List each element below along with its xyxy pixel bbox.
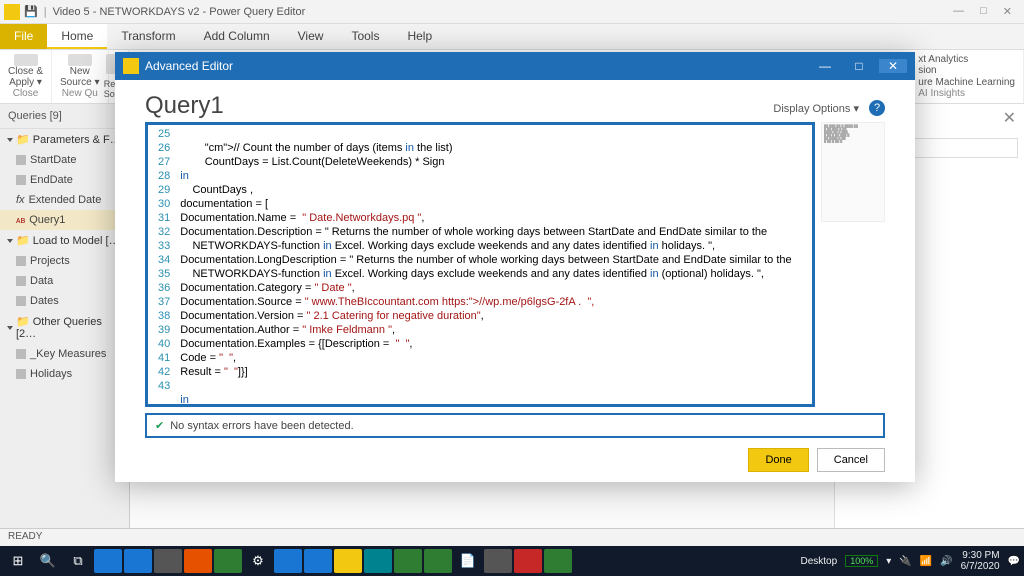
network-icon[interactable]: 📶 xyxy=(920,556,932,567)
title-bar: 💾 | Video 5 - NETWORKDAYS v2 - Power Que… xyxy=(0,0,1024,24)
ribbon-newsource-group: New Source ▾ New Qu xyxy=(52,50,108,103)
check-icon: ✔ xyxy=(155,419,164,432)
taskbar-app[interactable] xyxy=(184,549,212,573)
tab-view[interactable]: View xyxy=(284,24,338,49)
close-apply-icon[interactable] xyxy=(14,54,38,66)
taskbar-app[interactable] xyxy=(514,549,542,573)
cancel-button[interactable]: Cancel xyxy=(817,448,885,472)
dialog-icon xyxy=(123,58,139,74)
desktop-label[interactable]: Desktop xyxy=(801,556,838,567)
ribbon-close-group: Close & Apply ▾ Close xyxy=(0,50,52,103)
close-group-label: Close xyxy=(13,88,39,99)
query-item[interactable]: Data xyxy=(0,271,129,291)
taskbar-app[interactable]: 📄 xyxy=(454,549,482,573)
start-button[interactable]: ⊞ xyxy=(4,549,32,573)
ai-group-label: AI Insights xyxy=(918,88,965,99)
volume-icon[interactable]: 🔊 xyxy=(940,556,952,567)
maximize-button[interactable]: □ xyxy=(980,5,987,18)
tab-transform[interactable]: Transform xyxy=(107,24,189,49)
dialog-title: Advanced Editor xyxy=(145,59,233,73)
taskbar-app[interactable] xyxy=(154,549,182,573)
done-button[interactable]: Done xyxy=(748,448,808,472)
system-tray: Desktop 100% ▾ 🔌 📶 🔊 9:30 PM 6/7/2020 💬 xyxy=(801,550,1021,572)
dialog-close[interactable]: ✕ xyxy=(879,59,907,73)
close-button[interactable]: ✕ xyxy=(1003,5,1012,18)
query-item[interactable]: fx Extended Date xyxy=(0,190,129,210)
taskbar-app[interactable] xyxy=(124,549,152,573)
taskbar-app[interactable]: ⚙ xyxy=(244,549,272,573)
taskbar-app[interactable] xyxy=(544,549,572,573)
menu-bar: File Home Transform Add Column View Tool… xyxy=(0,24,1024,50)
tab-tools[interactable]: Tools xyxy=(337,24,393,49)
query-item[interactable]: Dates xyxy=(0,291,129,311)
query-item[interactable]: EndDate xyxy=(0,170,129,190)
dialog-maximize[interactable]: □ xyxy=(845,59,873,73)
advanced-editor-dialog: Advanced Editor — □ ✕ Query1 Display Opt… xyxy=(115,52,915,482)
new-source-icon[interactable] xyxy=(68,54,92,66)
taskbar-app[interactable] xyxy=(394,549,422,573)
taskbar-app[interactable] xyxy=(214,549,242,573)
taskbar-app[interactable] xyxy=(274,549,302,573)
minimap[interactable]: ██ ███ ██ █ ████ ███ ██ ███ █ ██████ ██ … xyxy=(821,122,885,222)
vision-label[interactable]: sion xyxy=(918,65,936,76)
query-folder[interactable]: 📁 Other Queries [2… xyxy=(0,311,129,344)
query-folder[interactable]: 📁 Load to Model [… xyxy=(0,230,129,251)
clock-time: 9:30 PM xyxy=(961,550,1000,561)
code-area[interactable]: "cm">// Count the number of days (items … xyxy=(176,125,812,404)
queries-panel: Queries [9] 📁 Parameters & F… StartDate … xyxy=(0,104,130,528)
taskbar-app[interactable] xyxy=(94,549,122,573)
taskbar: ⊞ 🔍 ⧉ ⚙ 📄 Desktop 100% ▾ 🔌 📶 🔊 9:30 PM 6… xyxy=(0,546,1024,576)
qat-save-icon[interactable]: 💾 xyxy=(24,5,38,18)
query-item[interactable]: StartDate xyxy=(0,150,129,170)
task-view-icon[interactable]: ⧉ xyxy=(64,549,92,573)
search-icon[interactable]: 🔍 xyxy=(34,549,62,573)
power-icon[interactable]: 🔌 xyxy=(899,556,911,567)
taskbar-app[interactable] xyxy=(424,549,452,573)
taskbar-app[interactable] xyxy=(364,549,392,573)
tab-home[interactable]: Home xyxy=(47,24,107,49)
notifications-icon[interactable]: 💬 xyxy=(1008,556,1020,567)
clock-date: 6/7/2020 xyxy=(961,561,1000,572)
new-source-label: New Source ▾ xyxy=(60,66,99,88)
dialog-titlebar[interactable]: Advanced Editor — □ ✕ xyxy=(115,52,915,80)
clock[interactable]: 9:30 PM 6/7/2020 xyxy=(961,550,1000,572)
status-ready: READY xyxy=(8,531,42,542)
tray-icon[interactable]: ▾ xyxy=(886,556,891,567)
minimize-button[interactable]: — xyxy=(953,5,964,18)
text-analytics-label[interactable]: xt Analytics xyxy=(918,54,968,65)
taskbar-app[interactable] xyxy=(304,549,332,573)
gutter: 25262728293031323334353637383940414243 xyxy=(148,125,176,404)
taskbar-app[interactable] xyxy=(334,549,362,573)
tab-help[interactable]: Help xyxy=(393,24,446,49)
dialog-minimize[interactable]: — xyxy=(811,59,839,73)
query-item[interactable]: Projects xyxy=(0,251,129,271)
syntax-message: No syntax errors have been detected. xyxy=(170,420,353,432)
query-item[interactable]: Holidays xyxy=(0,364,129,384)
window-title: Video 5 - NETWORKDAYS v2 - Power Query E… xyxy=(53,6,306,18)
display-options-button[interactable]: Display Options ▾ xyxy=(773,102,859,115)
query-folder[interactable]: 📁 Parameters & F… xyxy=(0,129,129,150)
app-icon xyxy=(4,4,20,20)
battery-indicator[interactable]: 100% xyxy=(845,555,878,567)
tab-file[interactable]: File xyxy=(0,24,47,49)
queries-header: Queries [9] xyxy=(0,104,129,129)
taskbar-app[interactable] xyxy=(484,549,512,573)
help-icon[interactable]: ? xyxy=(869,100,885,116)
query-item[interactable]: _Key Measures xyxy=(0,344,129,364)
ribbon-ai-group: xt Analytics sion ure Machine Learning A… xyxy=(910,50,1024,103)
status-bar: READY xyxy=(0,528,1024,546)
close-apply-label: Close & Apply ▾ xyxy=(8,66,43,88)
tab-addcolumn[interactable]: Add Column xyxy=(190,24,284,49)
code-editor[interactable]: 25262728293031323334353637383940414243 "… xyxy=(145,122,815,407)
ml-label[interactable]: ure Machine Learning xyxy=(918,77,1015,88)
query-item[interactable]: ᴀʙ Query1 xyxy=(0,210,129,230)
newq-group-label: New Qu xyxy=(62,88,98,99)
syntax-status: ✔ No syntax errors have been detected. xyxy=(145,413,885,438)
